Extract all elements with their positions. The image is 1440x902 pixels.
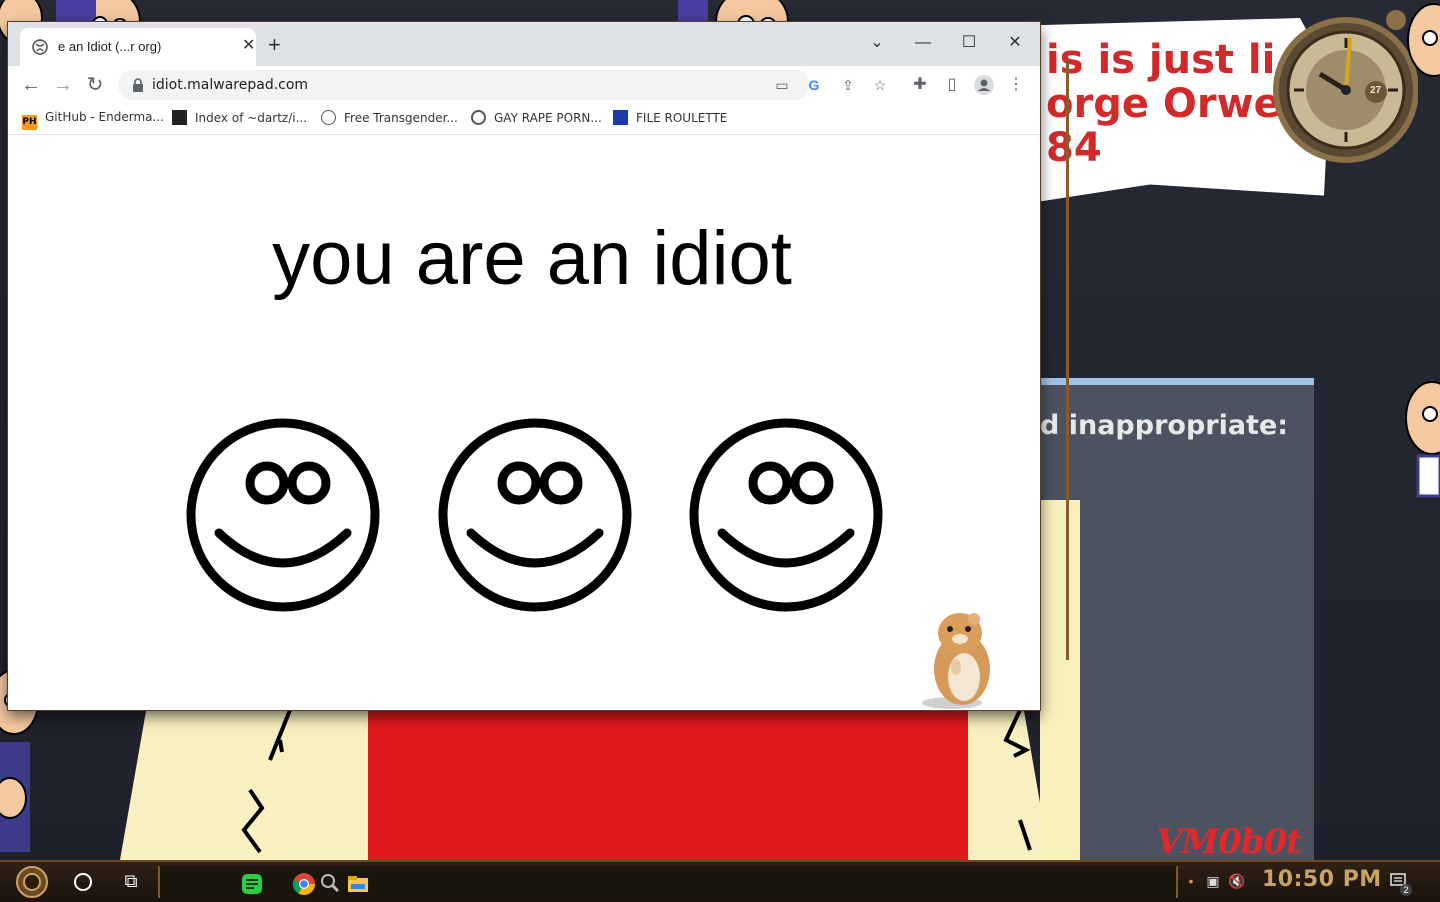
browser-tab[interactable]: e an Idiot (...r org) ✕ (20, 28, 256, 66)
page-headline: you are an idiot (272, 216, 792, 301)
cortana-circle-icon[interactable] (74, 873, 92, 891)
extensions-puzzle-icon[interactable]: ✚ (910, 75, 930, 95)
bookmark-item[interactable]: GAY RAPE PORN... (471, 110, 602, 128)
wallpaper-cream-edge (1040, 500, 1080, 860)
start-button-gear-icon[interactable] (14, 865, 50, 899)
pornhub-logo-icon: PH (22, 115, 37, 130)
tab-close-icon[interactable]: ✕ (242, 37, 255, 55)
browser-window: e an Idiot (...r org) ✕ + ⌄ — ☐ ✕ ← → ↻ … (8, 22, 1040, 710)
bookmark-label: GAY RAPE PORN... (494, 111, 602, 125)
desktop-clock-widget[interactable]: 27 (1268, 4, 1419, 164)
menu-kebab-icon[interactable]: ⋮ (1006, 75, 1026, 95)
background-window-panel (1040, 378, 1314, 860)
volume-muted-icon[interactable]: 🔇 (1228, 872, 1246, 890)
bookmark-item[interactable]: FILE ROULETTE (613, 110, 727, 128)
profile-avatar-icon[interactable] (974, 75, 994, 95)
new-tab-button[interactable]: + (268, 34, 281, 56)
tab-title: e an Idiot (...r org) (58, 39, 162, 54)
wallpaper-rope (1066, 60, 1069, 660)
cartoon-face-icon (1405, 381, 1440, 498)
bookmark-star-icon[interactable]: ☆ (872, 77, 888, 93)
reload-icon[interactable]: ↻ (84, 74, 106, 96)
smiley-face-icon (186, 418, 380, 612)
share-icon[interactable]: ⇪ (840, 77, 856, 93)
smiley-face-icon (438, 418, 632, 612)
bookmarks-bar: PH GitHub - Enderma... Index of ~dartz/i.… (8, 104, 1040, 135)
bookmark-label: Index of ~dartz/i... (195, 111, 308, 125)
tab-strip: e an Idiot (...r org) ✕ + ⌄ — ☐ ✕ (8, 22, 1040, 66)
clock-day-label: 27 (1370, 85, 1382, 96)
tab-search-chevron-icon[interactable]: ⌄ (854, 28, 900, 60)
globe-icon (471, 110, 486, 125)
bookmark-item[interactable]: PH GitHub - Enderma... (22, 110, 164, 130)
bookmark-label: Free Transgender... (344, 111, 458, 125)
magnifier-icon[interactable] (318, 872, 342, 896)
smiley-face-icon (689, 418, 883, 612)
google-lens-icon[interactable]: G (806, 77, 822, 93)
forward-arrow-icon[interactable]: → (52, 74, 74, 96)
web-page-content: you are an idiot (8, 135, 1040, 710)
wallpaper-headline: is is just li orge Orwe 84 (1046, 37, 1281, 171)
hamster-mascot-icon[interactable] (916, 607, 1008, 710)
taskbar: ⧉ • ▣ 🔇 10:50 PM 2 (0, 860, 1440, 902)
taskbar-clock[interactable]: 10:50 PM (1262, 867, 1382, 892)
install-app-icon[interactable]: ▭ (774, 77, 790, 93)
clock-face-icon (1273, 10, 1419, 163)
close-window-button[interactable]: ✕ (992, 28, 1038, 60)
side-panel-icon[interactable]: ▯ (942, 75, 962, 95)
wallpaper-signature: VM0b0t (1156, 822, 1302, 860)
notepad-app-icon[interactable] (240, 872, 264, 896)
network-icon[interactable]: ▣ (1204, 872, 1222, 890)
chrome-app-icon[interactable] (292, 872, 316, 896)
globe-icon (32, 39, 48, 55)
bookmark-item[interactable]: Index of ~dartz/i... (172, 110, 307, 128)
qr-code-icon (172, 110, 187, 125)
wallpaper-crack (241, 709, 292, 854)
background-window-text: d inappropriate: (1040, 410, 1289, 441)
bookmark-item[interactable]: Free Transgender... (321, 110, 458, 128)
file-roulette-icon (613, 110, 628, 125)
browser-toolbar: ← → ↻ idiot.malwarepad.com ▭ G ⇪ ☆ ✚ ▯ ⋮ (8, 66, 1040, 104)
task-view-icon[interactable]: ⧉ (120, 870, 142, 892)
notification-count-badge: 2 (1400, 884, 1412, 896)
minimize-button[interactable]: — (900, 28, 946, 60)
back-arrow-icon[interactable]: ← (20, 74, 42, 96)
url-text[interactable]: idiot.malwarepad.com (152, 77, 308, 93)
lock-icon[interactable] (132, 78, 144, 92)
file-explorer-icon[interactable] (346, 872, 370, 896)
cartoon-face-icon (1407, 3, 1440, 77)
address-bar[interactable]: idiot.malwarepad.com ▭ G ⇪ ☆ (118, 70, 886, 100)
bookmark-label: FILE ROULETTE (636, 111, 728, 125)
bookmark-label: GitHub - Enderma... (45, 110, 164, 124)
tray-chevron-icon[interactable]: • (1182, 872, 1200, 890)
globe-icon (321, 110, 336, 125)
taskbar-apps-panel (158, 866, 1178, 898)
maximize-button[interactable]: ☐ (946, 28, 992, 60)
wallpaper-red-block (368, 700, 968, 860)
